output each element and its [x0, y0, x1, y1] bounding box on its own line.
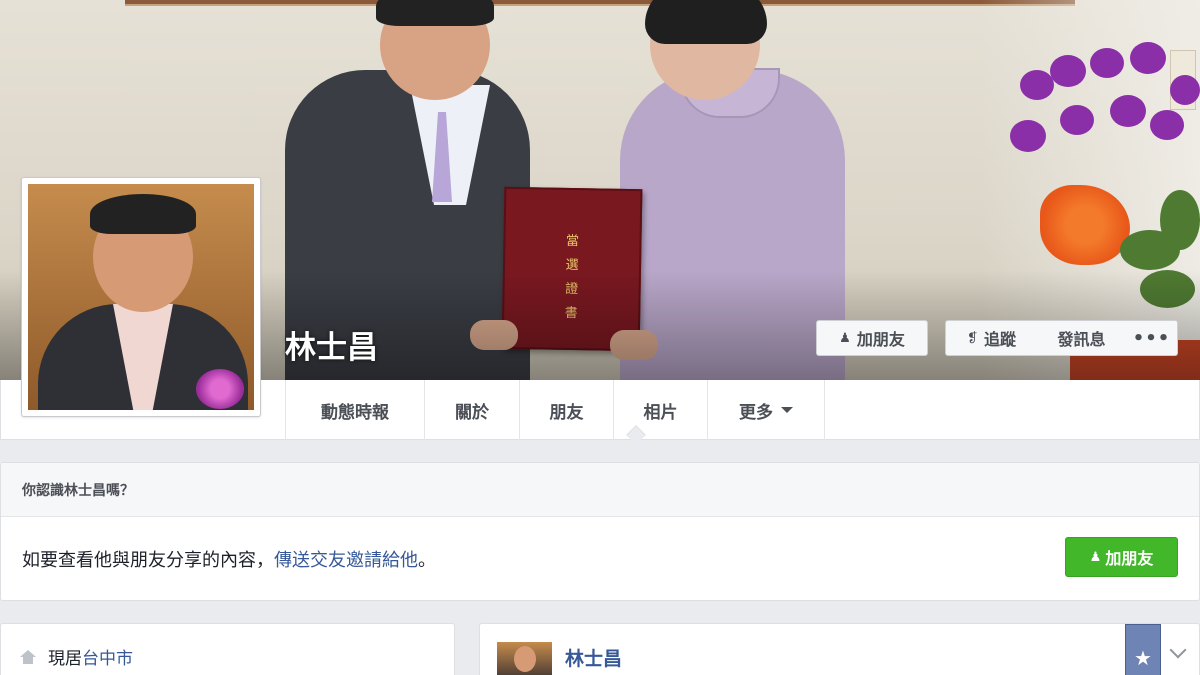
tab-photos[interactable]: 相片: [614, 380, 708, 440]
cover-orchid: [1050, 55, 1086, 87]
add-friend-label: 加朋友: [856, 330, 905, 349]
cover-orchid: [1090, 48, 1124, 78]
know-panel-text: 如要查看他與朋友分享的內容，: [22, 550, 274, 571]
cover-frame-edge: [125, 0, 1075, 6]
tab-about[interactable]: 關於: [425, 380, 520, 440]
tab-timeline[interactable]: 動態時報: [285, 380, 646, 445]
tab-more[interactable]: 更多: [708, 380, 825, 440]
cover-leaf: [1160, 190, 1200, 250]
cover-orchid: [1170, 75, 1200, 105]
tab-label: 朋友: [549, 402, 584, 423]
post-author-name[interactable]: 林士昌: [565, 644, 622, 671]
send-friend-request-link[interactable]: 傳送交友邀請給他: [274, 546, 418, 572]
tab-label: 關於: [455, 402, 489, 423]
cover-orchid: [1150, 110, 1184, 140]
profile-picture[interactable]: [21, 177, 261, 417]
add-person-icon: ♟: [1089, 549, 1102, 565]
chevron-down-icon: [781, 407, 793, 413]
cover-woman-hair: [645, 0, 767, 44]
know-panel-body: 如要查看他與朋友分享的內容， 傳送交友邀請給他 。 ♟ 加朋友: [1, 517, 1199, 601]
add-friend-primary-button[interactable]: ♟ 加朋友: [1065, 537, 1178, 577]
cover-orchid: [1010, 120, 1046, 152]
profile-name[interactable]: 林士昌: [285, 322, 378, 367]
message-label: 發訊息: [1057, 330, 1106, 349]
add-friend-button[interactable]: ♟ 加朋友: [816, 320, 928, 356]
more-dots-icon: •••: [1132, 327, 1171, 349]
cover-orchid: [1110, 95, 1146, 127]
rss-icon: ❡: [967, 330, 978, 346]
intro-card: 現居台中市: [0, 623, 455, 675]
cover-orchid: [1060, 105, 1094, 135]
add-friend-primary-label: 加朋友: [1105, 549, 1154, 568]
intro-city-label: 現居: [48, 649, 82, 669]
add-person-icon: ♟: [839, 330, 851, 346]
house-icon: [20, 649, 36, 664]
know-panel-suffix: 。: [418, 550, 436, 571]
intro-city-link[interactable]: 台中市: [82, 649, 133, 669]
more-options-button[interactable]: •••: [1126, 320, 1178, 356]
avatar: [28, 184, 254, 410]
know-person-panel: 你認識林士昌嗎？ 如要查看他與朋友分享的內容， 傳送交友邀請給他 。 ♟ 加朋友: [0, 462, 1200, 601]
tab-label: 動態時報: [321, 402, 389, 423]
message-button[interactable]: 發訊息: [1037, 320, 1127, 356]
avatar-corsage: [196, 369, 244, 409]
follow-label: 追蹤: [983, 330, 1016, 349]
follow-button[interactable]: ❡ 追蹤: [945, 320, 1038, 356]
tab-label: 更多: [739, 402, 773, 423]
tab-label: 相片: [643, 402, 678, 423]
cover-orchid: [1020, 70, 1054, 100]
know-panel-title: 你認識林士昌嗎？: [1, 463, 1199, 517]
intro-current-city: 現居台中市: [20, 644, 133, 669]
star-icon[interactable]: ★: [1125, 624, 1161, 675]
cover-man-hair: [376, 0, 494, 26]
post-card: 林士昌 ★: [479, 623, 1200, 675]
avatar-hair: [90, 194, 196, 234]
tab-friends[interactable]: 朋友: [520, 380, 614, 440]
post-options-chevron-icon[interactable]: [1169, 641, 1187, 659]
cover-orchid: [1130, 42, 1166, 74]
post-author-avatar[interactable]: [497, 642, 552, 675]
